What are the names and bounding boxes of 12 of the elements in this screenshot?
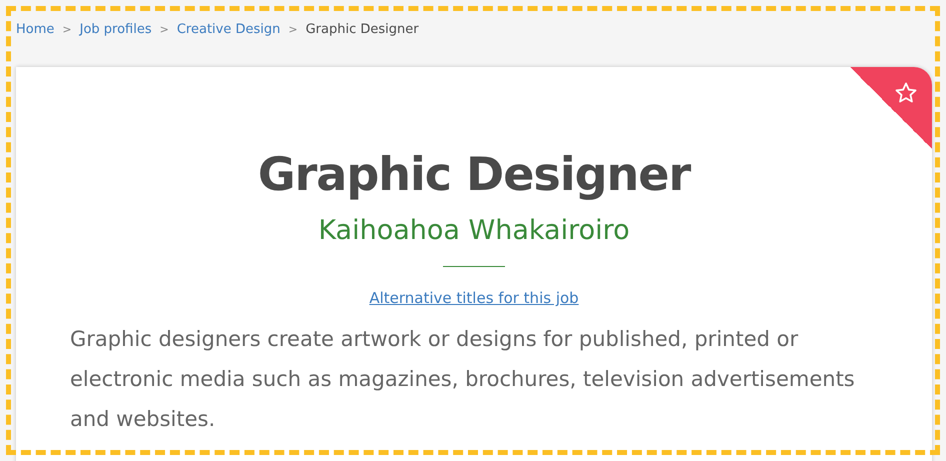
job-subtitle: Kaihoahoa Whakairoiro [318,215,630,246]
breadcrumb-separator: > [160,22,169,36]
breadcrumb-separator: > [62,22,72,36]
alternative-titles-link[interactable]: Alternative titles for this job [369,289,579,307]
job-title: Graphic Designer [258,147,690,201]
breadcrumb-separator: > [288,22,298,36]
breadcrumb-current: Graphic Designer [306,22,419,36]
breadcrumb-link[interactable]: Creative Design [176,22,280,36]
star-icon [894,81,918,105]
job-description: Graphic designers create artwork or designs for published, printed or electronic media such as magazines, brochures, television advertisements and websites. [69,326,856,433]
breadcrumb-link[interactable]: Home [16,22,54,36]
breadcrumb-link[interactable]: Job profiles [80,22,152,36]
